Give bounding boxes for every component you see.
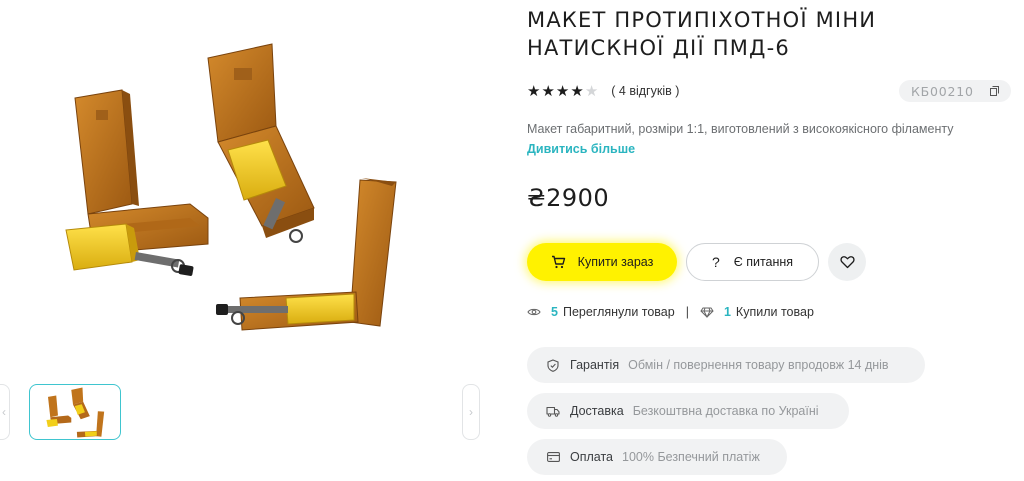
product-title-line2: НАТИСКНОЇ ДІЇ ПМД-6 [527,36,790,60]
rating-row: ★ ★ ★ ★ ★ ( 4 відгуків ) [527,82,679,100]
warranty-label: Гарантія [570,358,620,372]
shield-check-icon [546,358,560,372]
delivery-value: Безкоштвна доставка по Україні [632,404,819,418]
eye-icon [527,308,541,316]
bought-count: 1 [723,305,731,319]
star-filled-icon: ★ [527,82,541,100]
product-title: МАКЕТ ПРОТИПІХОТНОЇ МІНИ НАТИСКНОЇ ДІЇ П… [527,6,947,62]
question-icon: ? [711,254,720,270]
product-title-line1: МАКЕТ ПРОТИПІХОТНОЇ МІНИ [527,8,877,32]
sku-badge[interactable]: КБ00210 [899,80,1011,102]
viewed-label: Переглянули товар [562,305,675,319]
star-empty-icon: ★ [584,82,599,100]
payment-value: 100% Безпечний платіж [622,450,760,464]
warranty-value: Обмін / повернення товару впродовж 14 дн… [628,358,889,372]
buy-now-button[interactable]: Купити зараз [527,243,677,281]
delivery-info: Доставка Безкоштвна доставка по Україні [527,393,849,429]
gallery-prev-button[interactable]: ‹ [0,384,10,440]
chevron-left-icon: ‹ [2,405,6,419]
cart-icon [551,255,565,269]
card-icon [546,450,560,464]
product-stats: 5 Переглянули товар | 1 Купили товар [527,305,814,319]
gallery-thumbnail[interactable] [29,384,121,440]
product-info: МАКЕТ ПРОТИПІХОТНОЇ МІНИ НАТИСКНОЇ ДІЇ П… [527,0,1017,481]
add-to-wishlist-button[interactable] [828,243,866,281]
star-filled-icon: ★ [555,82,570,100]
bought-label: Купили товар [735,305,814,319]
product-main-image[interactable] [40,30,430,350]
stats-separator: | [685,305,689,319]
reviews-count[interactable]: ( 4 відгуків ) [611,84,679,98]
rating-stars[interactable]: ★ ★ ★ ★ ★ [527,84,598,99]
product-price: ₴2900 [527,184,610,212]
viewed-count: 5 [551,305,558,319]
payment-label: Оплата [570,450,613,464]
read-more-link[interactable]: Дивитись більше [527,142,635,156]
product-gallery: ‹ › [0,0,500,481]
ask-question-label: Є питання [733,255,794,269]
heart-icon [839,256,855,269]
copy-icon[interactable] [990,86,999,96]
warranty-info: Гарантія Обмін / повернення товару впрод… [527,347,925,383]
star-filled-icon: ★ [570,82,584,100]
ask-question-button[interactable]: ? Є питання [686,243,819,281]
diamond-icon [700,307,714,318]
delivery-label: Доставка [570,404,624,418]
sku-code: КБ00210 [911,83,974,99]
buy-now-label: Купити зараз [577,255,654,269]
product-description: Макет габаритний, розміри 1:1, виготовле… [527,122,954,136]
star-filled-icon: ★ [541,82,555,100]
gallery-next-button[interactable]: › [462,384,480,440]
payment-info: Оплата 100% Безпечний платіж [527,439,787,475]
truck-icon [546,404,560,418]
chevron-right-icon: › [469,405,473,419]
